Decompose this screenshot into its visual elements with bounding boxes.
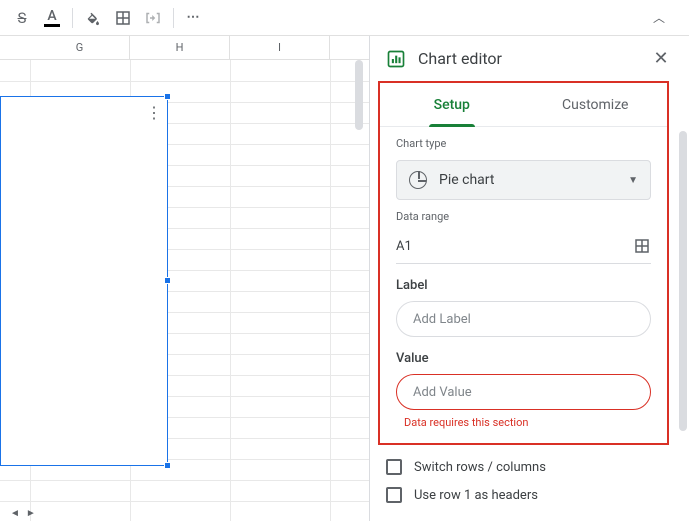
- label-field-label: Label: [396, 278, 651, 293]
- column-header[interactable]: H: [130, 36, 230, 59]
- column-header[interactable]: G: [30, 36, 130, 59]
- fill-color-button[interactable]: [79, 4, 107, 32]
- chart-editor-panel: Chart editor ✕ Setup Customize Chart typ…: [369, 36, 689, 521]
- close-icon: ✕: [653, 48, 668, 69]
- chart-type-label: Chart type: [396, 137, 651, 150]
- resize-handle[interactable]: [164, 93, 171, 100]
- row1-headers-option[interactable]: Use row 1 as headers: [370, 481, 685, 509]
- pie-chart-icon: [409, 171, 427, 189]
- value-error-text: Data requires this section: [396, 416, 651, 429]
- tab-customize[interactable]: Customize: [524, 83, 668, 126]
- spreadsheet-area[interactable]: G H I: [0, 36, 369, 521]
- close-button[interactable]: ✕: [649, 48, 673, 69]
- column-headers: G H I: [0, 36, 369, 60]
- horizontal-scroll-controls: ◄ ►: [0, 507, 369, 519]
- resize-handle[interactable]: [164, 277, 171, 284]
- separator: [72, 8, 73, 28]
- tab-setup[interactable]: Setup: [380, 83, 524, 126]
- paint-bucket-icon: [84, 9, 102, 27]
- borders-icon: [114, 9, 132, 27]
- merge-cells-button[interactable]: [139, 4, 167, 32]
- panel-title: Chart editor: [418, 49, 637, 68]
- borders-button[interactable]: [109, 4, 137, 32]
- chart-options-button[interactable]: ⋮: [146, 103, 161, 122]
- scroll-left-button[interactable]: ◄: [8, 508, 22, 519]
- panel-body: Setup Customize Chart type Pie chart ▼ D…: [370, 81, 689, 521]
- more-icon: ⋯: [187, 10, 202, 25]
- data-range-input[interactable]: A1: [396, 239, 633, 254]
- embedded-chart[interactable]: ⋮: [0, 96, 168, 466]
- vertical-scrollbar[interactable]: [355, 60, 363, 130]
- option-label: Switch rows / columns: [414, 460, 546, 475]
- select-range-button[interactable]: [633, 237, 651, 255]
- chart-type-dropdown[interactable]: Pie chart ▼: [396, 160, 651, 200]
- strikethrough-button[interactable]: S: [8, 4, 36, 32]
- chart-icon: [386, 49, 406, 69]
- setup-highlight: Setup Customize Chart type Pie chart ▼ D…: [378, 81, 669, 445]
- data-range-label: Data range: [396, 210, 651, 223]
- panel-header: Chart editor ✕: [370, 36, 689, 81]
- chevron-up-icon: ︿: [653, 9, 665, 26]
- scroll-right-button[interactable]: ►: [24, 508, 38, 519]
- tabs: Setup Customize: [380, 83, 667, 127]
- add-value-button[interactable]: Add Value: [396, 374, 651, 410]
- value-field-label: Value: [396, 351, 651, 366]
- switch-rows-option[interactable]: Switch rows / columns: [370, 453, 685, 481]
- column-header[interactable]: I: [230, 36, 330, 59]
- checkbox[interactable]: [386, 487, 402, 503]
- grid-icon: [633, 237, 651, 255]
- resize-handle[interactable]: [164, 462, 171, 469]
- chart-type-value: Pie chart: [439, 172, 616, 188]
- toolbar: S A ⋯ ︿: [0, 0, 689, 36]
- text-color-button[interactable]: A: [38, 4, 66, 32]
- collapse-toolbar-button[interactable]: ︿: [645, 4, 673, 32]
- option-label: Use row 1 as headers: [414, 488, 538, 503]
- add-label-button[interactable]: Add Label: [396, 301, 651, 337]
- separator: [173, 8, 174, 28]
- more-button[interactable]: ⋯: [180, 4, 208, 32]
- panel-scrollbar[interactable]: [679, 131, 687, 431]
- checkbox[interactable]: [386, 459, 402, 475]
- chevron-down-icon: ▼: [628, 175, 638, 186]
- merge-icon: [144, 9, 162, 27]
